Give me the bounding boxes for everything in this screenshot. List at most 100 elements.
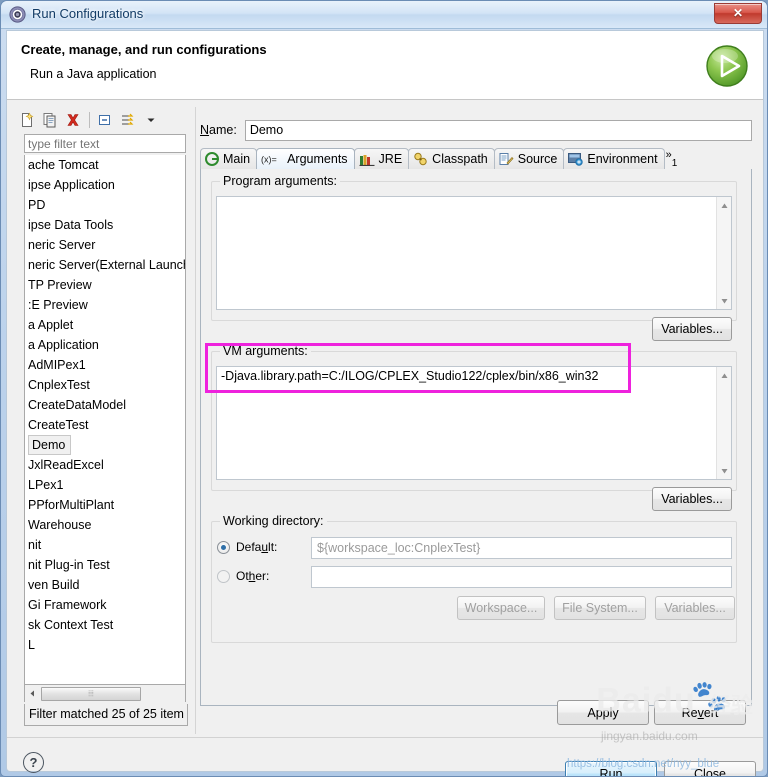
list-item[interactable]: neric Server	[25, 235, 185, 255]
other-radio-label: Other:	[236, 569, 270, 583]
list-item[interactable]: nit Plug-in Test	[25, 555, 185, 575]
list-item[interactable]: nit	[25, 535, 185, 555]
configurations-panel: ache Tomcatipse Application PDipse Data …	[16, 107, 192, 734]
other-directory-input[interactable]	[311, 566, 732, 588]
list-item[interactable]: Warehouse	[25, 515, 185, 535]
program-arguments-textarea[interactable]	[216, 196, 732, 310]
scroll-left-icon[interactable]	[25, 686, 40, 701]
list-item[interactable]: ipse Data Tools	[25, 215, 185, 235]
working-directory-variables-button[interactable]: Variables...	[655, 596, 735, 620]
list-item[interactable]: CreateDataModel	[25, 395, 185, 415]
tab-label: Classpath	[432, 152, 488, 166]
working-directory-label: Working directory:	[220, 514, 327, 528]
tab-jre[interactable]: JRE	[353, 148, 410, 169]
close-button[interactable]: Close	[664, 761, 756, 776]
run-configurations-icon	[9, 6, 26, 23]
tab-label: Arguments	[287, 152, 348, 166]
list-item[interactable]: :E Preview	[25, 295, 185, 315]
list-item[interactable]: ven Build	[25, 575, 185, 595]
jre-tab-icon	[359, 153, 375, 166]
environment-tab-icon	[568, 152, 584, 166]
tab-bar: Main (x)= Arguments JRE Classpath Source Envir…	[200, 148, 752, 170]
apply-revert-row: Apply Re v ert	[195, 700, 755, 730]
tab-label: Environment	[587, 152, 658, 166]
name-input[interactable]	[244, 119, 752, 141]
list-item[interactable]: ipse Application	[25, 175, 185, 195]
vm-arguments-variables-button[interactable]: Variables...	[652, 487, 732, 511]
window-title: Run Configurations	[32, 6, 144, 21]
list-item[interactable]: AdMIPex1	[25, 355, 185, 375]
filter-status: Filter matched 25 of 25 item	[24, 704, 188, 726]
toolbar-separator	[89, 111, 90, 128]
list-item[interactable]: L	[25, 635, 185, 655]
name-label: Name:	[200, 123, 237, 137]
classpath-tab-icon	[413, 152, 428, 166]
page-title: Create, manage, and run configurations	[21, 42, 267, 57]
list-item[interactable]: CnplexTest	[25, 375, 185, 395]
tab-classpath[interactable]: Classpath	[408, 148, 495, 169]
list-item[interactable]: neric Server(External Launch	[25, 255, 185, 275]
other-radio[interactable]	[217, 569, 230, 583]
workspace-button[interactable]: Workspace...	[457, 596, 545, 620]
list-item[interactable]: CreateTest	[25, 415, 185, 435]
delete-icon[interactable]	[62, 109, 84, 130]
tab-source[interactable]: Source	[493, 148, 565, 169]
scroll-down-icon[interactable]	[717, 463, 731, 478]
main-tab-icon	[205, 152, 219, 166]
program-arguments-label: Program arguments:	[220, 174, 340, 188]
run-configurations-window: Run Configurations ✕ Create, manage, and…	[0, 0, 768, 777]
duplicate-icon[interactable]	[39, 109, 61, 130]
configurations-toolbar	[16, 107, 192, 132]
tab-arguments[interactable]: (x)= Arguments	[256, 148, 355, 169]
vm-arguments-textarea[interactable]: -Djava.library.path=C:/ILOG/CPLEX_Studio…	[216, 366, 732, 480]
run-button[interactable]: Run	[565, 761, 657, 776]
tab-overflow-button[interactable]: » 1	[666, 148, 678, 169]
vm-arguments-scrollbar[interactable]	[716, 367, 731, 479]
list-item[interactable]: a Applet	[25, 315, 185, 335]
filter-icon[interactable]	[117, 109, 139, 130]
list-item[interactable]: LPex1	[25, 475, 185, 495]
list-item[interactable]: Demo	[28, 435, 72, 455]
filter-input[interactable]	[24, 134, 186, 153]
list-horizontal-scrollbar[interactable]: ⦙⦙⦙	[24, 685, 186, 702]
help-icon[interactable]: ?	[23, 752, 44, 773]
working-directory-other-row[interactable]: Other:	[217, 569, 269, 583]
arguments-tab-icon: (x)=	[261, 153, 283, 165]
file-system-button[interactable]: File System...	[554, 596, 646, 620]
apply-button[interactable]: Apply	[557, 700, 649, 725]
close-icon[interactable]: ✕	[714, 3, 762, 24]
chevron-down-icon[interactable]	[140, 109, 162, 130]
arguments-tab-panel: Program arguments: Variables... VM argum…	[200, 169, 752, 706]
tab-label: Source	[517, 152, 558, 166]
list-item[interactable]: ache Tomcat	[25, 155, 185, 175]
source-tab-icon	[499, 152, 514, 166]
default-radio-label: Default:	[236, 540, 278, 554]
list-item[interactable]: PPforMultiPlant	[25, 495, 185, 515]
vm-arguments-value: -Djava.library.path=C:/ILOG/CPLEX_Studio…	[221, 369, 599, 383]
default-directory-value: ${workspace_loc:CnplexTest}	[311, 537, 732, 559]
scroll-up-icon[interactable]	[717, 198, 731, 213]
scroll-down-icon[interactable]	[717, 293, 731, 308]
list-item[interactable]: TP Preview	[25, 275, 185, 295]
revert-button[interactable]: Re v ert	[654, 700, 746, 725]
list-item[interactable]: PD	[25, 195, 185, 215]
dialog-header: Create, manage, and run configurations R…	[7, 31, 763, 100]
list-item[interactable]: JxlReadExcel	[25, 455, 185, 475]
scrollbar-thumb[interactable]: ⦙⦙⦙	[41, 686, 141, 701]
list-item[interactable]: a Application	[25, 335, 185, 355]
name-row: Name:	[200, 119, 752, 141]
configurations-list[interactable]: ache Tomcat ipse Application PD ipse Data …	[24, 155, 186, 685]
list-item[interactable]: sk Context Test	[25, 615, 185, 635]
program-arguments-variables-button[interactable]: Variables...	[652, 317, 732, 341]
tab-environment[interactable]: Environment	[563, 148, 665, 169]
program-arguments-scrollbar[interactable]	[716, 197, 731, 309]
working-directory-default-row[interactable]: Default:	[217, 540, 277, 554]
tab-main[interactable]: Main	[200, 148, 258, 169]
tab-label: JRE	[378, 152, 403, 166]
scroll-up-icon[interactable]	[717, 368, 731, 383]
collapse-all-icon[interactable]	[94, 109, 116, 130]
list-item[interactable]: Gi Framework	[25, 595, 185, 615]
default-radio[interactable]	[217, 540, 230, 554]
new-launch-configuration-icon[interactable]	[16, 109, 38, 130]
run-play-icon	[703, 42, 751, 90]
